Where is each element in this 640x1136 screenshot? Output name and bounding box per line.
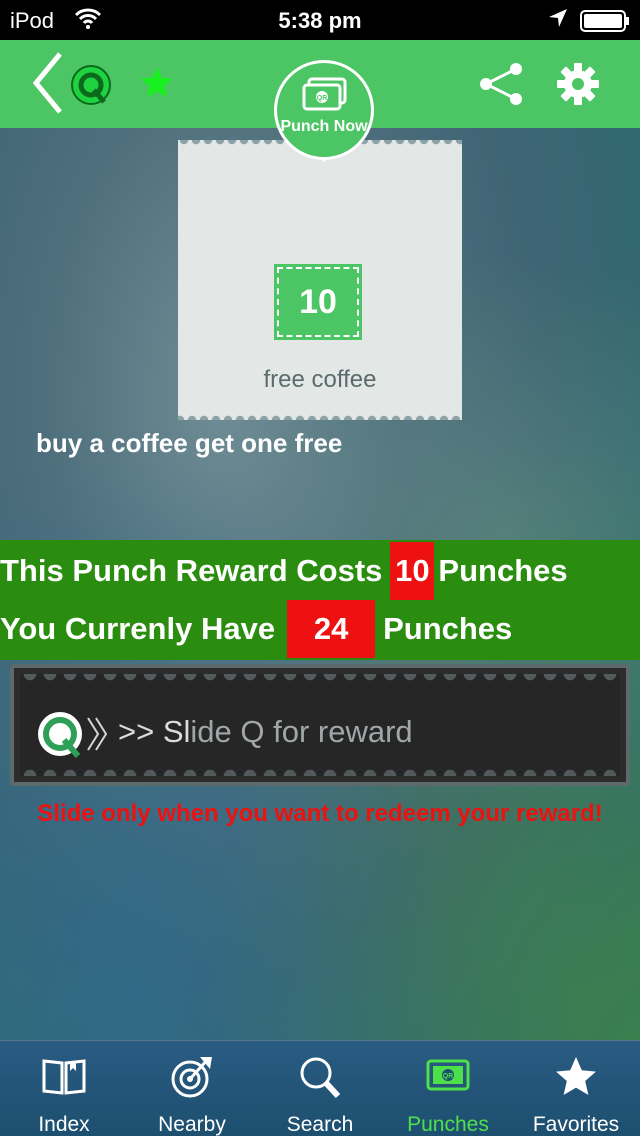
svg-text:QR: QR (317, 95, 328, 102)
qr-ticket-icon: QR (301, 77, 349, 118)
punch-now-label: Punch Now (280, 118, 368, 135)
slider-label-rest: ide Q for reward (190, 714, 413, 749)
tab-label: Favorites (532, 1113, 620, 1136)
slider-track: >> Slide Q for reward (20, 674, 620, 776)
tab-bar: Index Nearby Search QR Punches Favorites (0, 1040, 640, 1136)
battery-icon (580, 10, 630, 38)
punch-count-badge: 10 (274, 264, 362, 340)
slider-label: >> Slide Q for reward (118, 714, 413, 750)
tab-punches[interactable]: QR Punches (384, 1041, 512, 1136)
q-logo-icon[interactable] (70, 64, 112, 113)
share-icon[interactable] (478, 62, 526, 111)
tab-index[interactable]: Index (0, 1041, 128, 1136)
star-icon (556, 1057, 596, 1095)
tab-label: Nearby (158, 1113, 226, 1136)
ticket-bottom-edge (178, 412, 462, 420)
have-suffix: Punches (383, 611, 513, 646)
q-slide-knob-icon[interactable] (34, 708, 112, 769)
book-icon (42, 1059, 86, 1095)
reward-ticket: 10 free coffee (178, 140, 462, 420)
clock-time: 5:38 pm (278, 8, 362, 33)
tab-nearby[interactable]: Nearby (128, 1041, 256, 1136)
location-arrow-icon (548, 8, 568, 34)
balance-row: You Currenly Have 24 Punches (0, 600, 512, 658)
slide-to-redeem[interactable]: >> Slide Q for reward (10, 664, 630, 786)
cost-row: This Punch Reward Costs 10 Punches (0, 542, 568, 600)
ticket-caption: free coffee (263, 366, 377, 393)
search-icon (300, 1057, 341, 1099)
star-icon[interactable] (138, 64, 176, 107)
cost-suffix: Punches (438, 553, 568, 588)
svg-text:QR: QR (443, 1073, 454, 1080)
status-bar: iPod 5:38 pm (0, 0, 640, 40)
compass-icon (171, 1057, 212, 1098)
gear-icon[interactable] (556, 62, 600, 111)
have-prefix: You Currenly Have (0, 611, 276, 646)
punch-now-button[interactable]: QR Punch Now (274, 60, 374, 160)
slider-label-highlight: >> Sl (118, 714, 191, 749)
back-chevron-icon[interactable] (30, 50, 70, 116)
tab-label: Search (286, 1113, 354, 1136)
have-value: 24 (287, 600, 376, 658)
redeem-warning: Slide only when you want to redeem your … (37, 800, 603, 827)
reward-description: buy a coffee get one free (36, 428, 343, 458)
tab-label: Index (38, 1113, 90, 1136)
tab-search[interactable]: Search (256, 1041, 384, 1136)
cost-prefix: This Punch Reward Costs (0, 553, 383, 588)
tab-favorites[interactable]: Favorites (512, 1041, 640, 1136)
slider-top-edge (20, 674, 620, 684)
qr-ticket-icon: QR (426, 1059, 470, 1091)
tab-label: Punches (407, 1113, 489, 1136)
punch-info-band: This Punch Reward Costs 10 Punches You Cur… (0, 540, 640, 660)
cost-value: 10 (390, 542, 435, 600)
slider-bottom-edge (20, 766, 620, 776)
